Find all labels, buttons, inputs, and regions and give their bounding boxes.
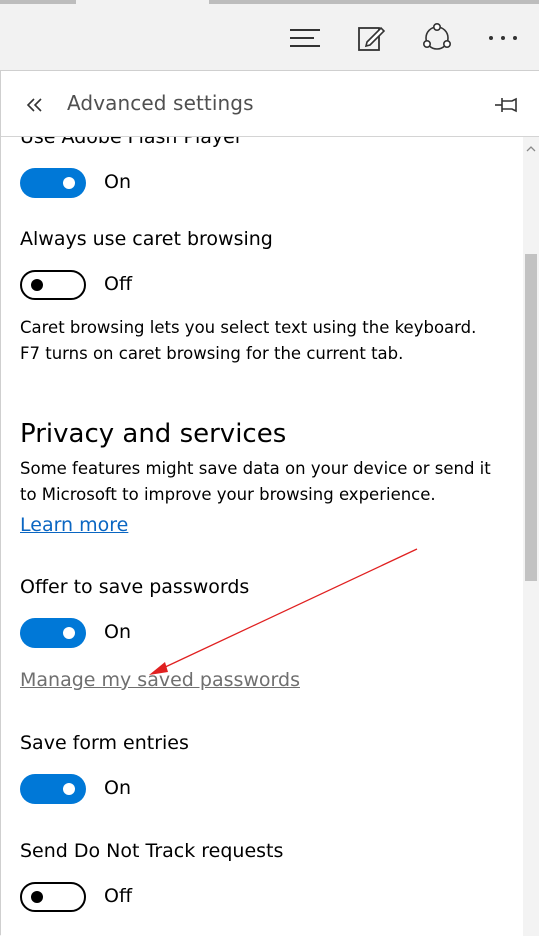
settings-pane: Advanced settings Use Adobe Flash Player… — [0, 70, 539, 936]
settings-content: Use Adobe Flash Player On Always use car… — [1, 137, 523, 936]
more-icon — [489, 36, 517, 40]
annotation-arrow — [149, 548, 418, 675]
pane-title: Advanced settings — [67, 91, 254, 115]
hub-button[interactable] — [283, 16, 327, 60]
pin-button[interactable] — [493, 91, 521, 119]
scroll-thumb[interactable] — [525, 254, 537, 581]
more-button[interactable] — [481, 16, 525, 60]
web-note-icon — [358, 26, 385, 51]
web-note-button[interactable] — [349, 16, 393, 60]
browser-toolbar — [0, 4, 539, 70]
hub-icon — [290, 29, 320, 47]
pin-icon — [495, 97, 517, 113]
share-icon — [422, 22, 451, 50]
chevron-up-icon — [526, 146, 536, 152]
scroll-up-button[interactable] — [523, 141, 539, 157]
share-button[interactable] — [415, 16, 459, 60]
vertical-scrollbar[interactable] — [523, 137, 539, 936]
pane-header: Advanced settings — [1, 71, 539, 137]
double-chevron-left-icon — [26, 98, 42, 112]
back-button[interactable] — [19, 89, 51, 121]
